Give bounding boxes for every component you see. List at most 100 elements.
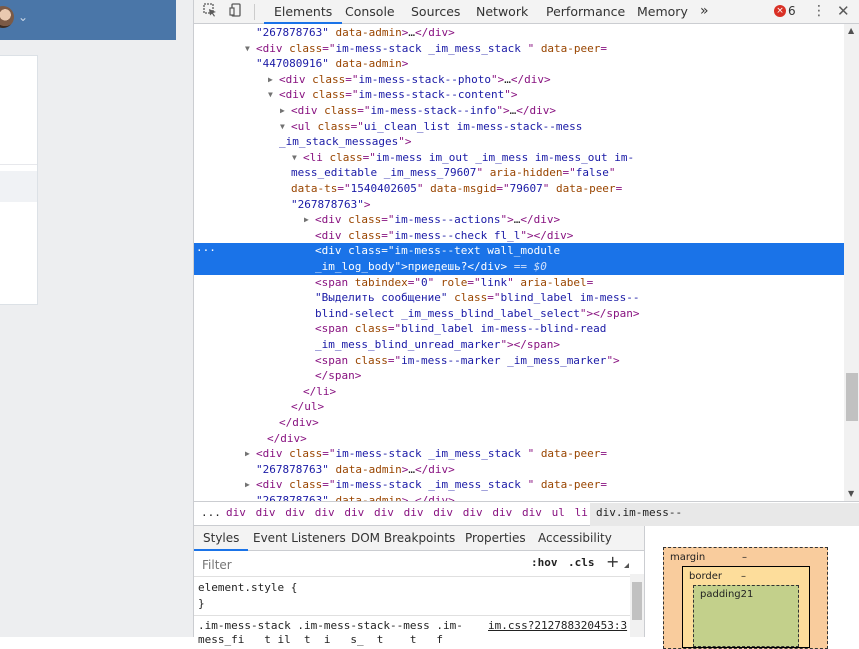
dom-node-text: mess_editable _im_mess_79607" aria-hidde… (291, 165, 616, 181)
dom-token: data-peer (555, 182, 616, 195)
dom-node[interactable]: "447080916" data-admin> (194, 56, 844, 72)
breadcrumb-overflow[interactable]: ... (201, 506, 221, 519)
expand-triangle-icon[interactable]: ▶ (304, 212, 309, 228)
breadcrumb-item[interactable]: div (344, 506, 364, 519)
dom-node[interactable]: ▶ <div class="im-mess--actions">…</div> (194, 212, 844, 228)
more-options-icon[interactable]: ⋮ (812, 0, 826, 23)
breadcrumb-item[interactable]: div (433, 506, 453, 519)
dom-tree-scrollbar[interactable]: ▲ ▼ (844, 24, 859, 501)
expand-triangle-icon[interactable]: ▶ (245, 477, 250, 493)
dom-node[interactable]: <span class="blind_label im-mess--blind-… (194, 321, 844, 337)
hover-state-toggle[interactable]: :hov (531, 556, 558, 569)
inspect-element-icon[interactable] (201, 3, 219, 21)
close-devtools-icon[interactable]: ✕ (837, 0, 850, 23)
border-value[interactable]: – (741, 571, 746, 582)
dom-node[interactable]: ▶ <div class="im-mess-stack--photo">…</di… (194, 72, 844, 88)
tab-sources[interactable]: Sources (411, 0, 460, 23)
breadcrumb-item[interactable]: div (374, 506, 394, 519)
dom-node[interactable]: </li> (194, 384, 844, 400)
dom-node[interactable]: "267878763" data-admin>…</div> (194, 25, 844, 41)
dom-node-selected[interactable]: ··· <div class="im-mess--text wall_module (194, 243, 844, 259)
dom-node[interactable]: ▶ <div class="im-mess-stack _im_mess_stac… (194, 477, 844, 493)
dom-node[interactable]: "267878763" data-admin>…</div> (194, 462, 844, 478)
avatar[interactable] (0, 6, 14, 28)
breadcrumb-item[interactable]: li (575, 506, 588, 519)
tab-network[interactable]: Network (476, 0, 528, 23)
error-count[interactable]: 6 (788, 0, 796, 23)
dom-node[interactable]: _im_mess_blind_unread_marker"></span> (194, 337, 844, 353)
tab-console[interactable]: Console (345, 0, 395, 23)
breadcrumb-item[interactable]: div (522, 506, 542, 519)
breadcrumb-item[interactable]: ul (552, 506, 565, 519)
scrollbar-thumb[interactable] (632, 582, 642, 620)
tab-styles[interactable]: Styles (193, 526, 249, 551)
device-toolbar-icon[interactable] (227, 3, 245, 21)
styles-filter-input[interactable] (200, 555, 524, 575)
scroll-down-arrow-icon[interactable]: ▼ (848, 489, 854, 498)
chevron-down-icon[interactable]: ⌄ (18, 10, 28, 24)
breadcrumb-item[interactable]: div (404, 506, 424, 519)
dom-node[interactable]: ▶ <div class="im-mess-stack--info">…</div… (194, 103, 844, 119)
breadcrumb-item[interactable]: div (226, 506, 246, 519)
margin-value[interactable]: – (742, 552, 747, 563)
scroll-up-arrow-icon[interactable]: ▲ (848, 26, 854, 35)
tab-elements[interactable]: Elements (263, 0, 343, 24)
tab-memory[interactable]: Memory (637, 0, 688, 23)
expand-triangle-icon[interactable]: ▶ (268, 72, 273, 88)
more-tabs-button[interactable]: » (700, 0, 709, 23)
tab-performance[interactable]: Performance (546, 0, 625, 23)
dom-tree[interactable]: "267878763" data-admin>…</div> ▼ <div clas… (194, 24, 844, 501)
dom-node[interactable]: "Выделить сообщение" class="blind_label … (194, 290, 844, 306)
dom-node[interactable]: </span> (194, 368, 844, 384)
collapse-triangle-icon[interactable]: ▼ (292, 150, 297, 166)
dom-node[interactable]: <span tabindex="0" role="link" aria-labe… (194, 275, 844, 291)
dom-node[interactable]: <span class="im-mess--marker _im_mess_ma… (194, 353, 844, 369)
tab-accessibility[interactable]: Accessibility (538, 526, 612, 550)
breadcrumb-item[interactable]: div (256, 506, 276, 519)
tab-properties[interactable]: Properties (465, 526, 526, 550)
dom-node[interactable]: data-ts="1540402605" data-msgid="79607" … (194, 181, 844, 197)
dom-node[interactable]: ▼ <div class="im-mess-stack--content"> (194, 87, 844, 103)
error-icon[interactable]: × (774, 5, 786, 17)
rule-source-link[interactable]: im.css?212788320453:3 (488, 619, 627, 632)
breadcrumb-item[interactable]: div (315, 506, 335, 519)
styles-scrollbar[interactable] (630, 574, 644, 637)
dom-node[interactable]: ▼ <div class="im-mess-stack _im_mess_stac… (194, 41, 844, 57)
dom-token: mess_editable _im_mess_79607 (291, 166, 477, 180)
collapse-triangle-icon[interactable]: ▼ (268, 87, 273, 103)
collapse-triangle-icon[interactable]: ▼ (280, 119, 285, 135)
dom-node[interactable]: mess_editable _im_mess_79607" aria-hidde… (194, 165, 844, 181)
dom-node[interactable]: _im_stack_messages"> (194, 134, 844, 150)
dom-node[interactable]: blind-select _im_mess_blind_label_select… (194, 306, 844, 322)
expand-triangle-icon[interactable]: ▶ (280, 103, 285, 119)
dom-token: aria-hidden (489, 166, 563, 180)
tab-dom-breakpoints[interactable]: DOM Breakpoints (351, 526, 455, 550)
new-style-rule-button[interactable]: + (606, 552, 619, 571)
dom-node[interactable]: </div> (194, 431, 844, 447)
dom-node[interactable]: "267878763"> (194, 197, 844, 213)
breadcrumb-item[interactable]: div (285, 506, 305, 519)
collapse-triangle-icon[interactable]: ▼ (245, 41, 250, 57)
dom-node[interactable]: "267878763" data-admin>…</div> (194, 493, 844, 501)
element-style-open[interactable]: element.style { (198, 581, 297, 594)
box-model-border[interactable]: border – padding21 (682, 566, 810, 648)
dom-node[interactable]: </div> (194, 415, 844, 431)
breadcrumb-item[interactable]: div (463, 506, 483, 519)
dom-node[interactable]: ▶ <div class="im-mess-stack _im_mess_stac… (194, 446, 844, 462)
dom-node-selected[interactable]: _im_log_body">приедешь?</div> == $0 (194, 259, 844, 275)
box-model-padding[interactable]: padding21 (693, 585, 799, 647)
class-toggle[interactable]: .cls (568, 556, 595, 569)
dom-node[interactable]: <div class="im-mess--check fl_l"></div> (194, 228, 844, 244)
rule-menu-corner-icon[interactable] (624, 563, 629, 568)
selected-row[interactable] (0, 171, 37, 202)
dom-node[interactable]: ▼ <li class="im-mess im_out _im_mess im-m… (194, 150, 844, 166)
scrollbar-thumb[interactable] (846, 373, 858, 421)
node-actions-ellipsis-icon[interactable]: ··· (196, 243, 216, 259)
dom-token: class (348, 244, 382, 258)
dom-node[interactable]: ▼ <ul class="ui_clean_list im-mess-stack-… (194, 119, 844, 135)
expand-triangle-icon[interactable]: ▶ (245, 446, 250, 462)
tab-event-listeners[interactable]: Event Listeners (253, 526, 346, 550)
box-model-margin[interactable]: margin – border – padding21 (663, 547, 828, 649)
dom-node[interactable]: </ul> (194, 399, 844, 415)
breadcrumb-item[interactable]: div (492, 506, 512, 519)
